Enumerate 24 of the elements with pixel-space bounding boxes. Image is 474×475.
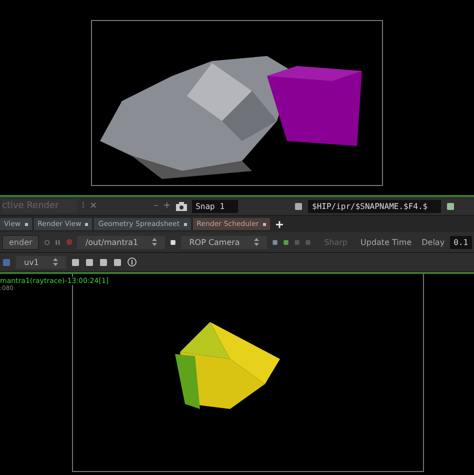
delay-label: Delay	[422, 238, 445, 246]
pane-menu-handle[interactable]: ⁝	[82, 201, 85, 211]
update-time-dropdown[interactable]: Update Time	[360, 238, 412, 246]
path-field[interactable]: $HIP/ipr/$SNAPNAME.$F4.$	[308, 200, 441, 212]
camera-icon[interactable]	[176, 202, 187, 210]
output-dropdown[interactable]: /out/mantra1	[77, 236, 166, 248]
spinner-arrows-icon	[152, 238, 158, 246]
zoom-out-button[interactable]: –	[154, 201, 158, 211]
snapshot-field[interactable]: Snap 1	[192, 200, 238, 212]
aov-dropdown[interactable]: uv1	[16, 256, 66, 268]
delay-field[interactable]: 0.1	[450, 236, 472, 248]
tab-menu-icon	[184, 222, 187, 226]
tab-menu-icon	[85, 222, 88, 226]
zoom-in-button[interactable]: +	[163, 201, 171, 211]
pause-icon[interactable]	[55, 238, 61, 246]
spinner-arrows-icon	[254, 238, 259, 246]
tab-menu-icon	[24, 222, 28, 226]
camera-dropdown[interactable]: ROP Camera	[181, 236, 267, 248]
add-tab-button[interactable]: +	[272, 218, 288, 230]
info-icon[interactable]	[126, 257, 137, 267]
render-button[interactable]: ender	[2, 234, 40, 250]
spinner-arrows-icon	[52, 258, 58, 266]
close-button[interactable]: ×	[90, 201, 98, 211]
tab-menu-icon	[262, 222, 266, 226]
